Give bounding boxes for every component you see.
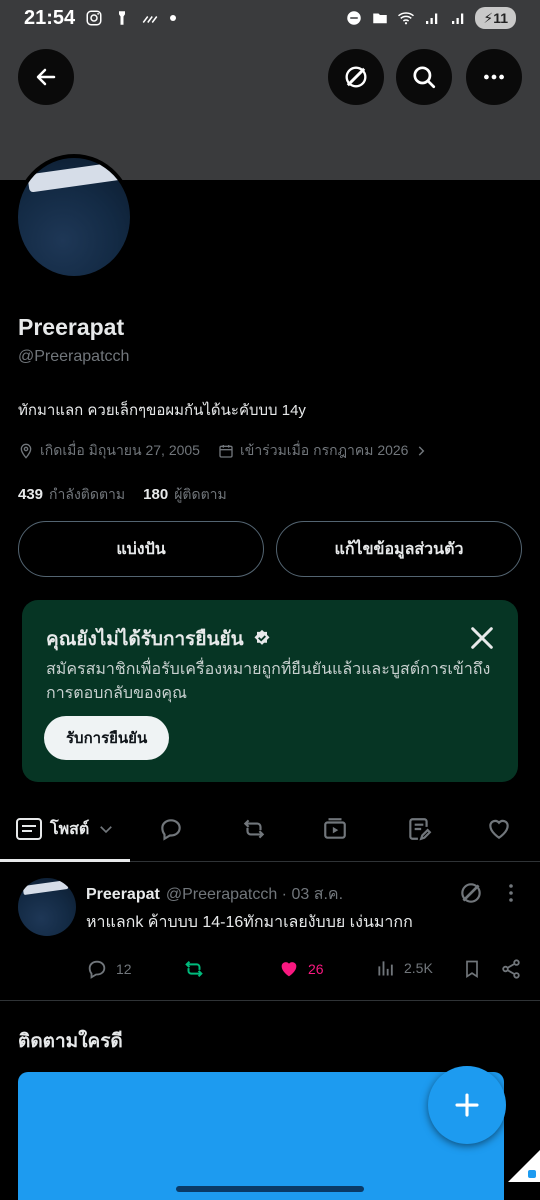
post-text: หาแลกk ค้าบบบ 14-16ทักมาเลยงับบย เง่นมาก… [86, 914, 413, 931]
grok-icon [345, 66, 367, 88]
grok-button[interactable] [328, 49, 384, 105]
reply-action[interactable]: 12 [86, 958, 132, 980]
instagram-icon [86, 10, 102, 26]
close-icon[interactable] [468, 624, 496, 652]
profile-tabs: โพสต์ [0, 800, 540, 862]
profile-bio: ทักมาแลก ควยเล็กๆขอผมกันได้นะคับบบ 14y [18, 402, 306, 419]
heart-filled-icon [281, 962, 297, 977]
followers-count[interactable]: 180 [143, 486, 168, 503]
search-button[interactable] [396, 49, 452, 105]
repost-icon [243, 819, 265, 839]
joined-item[interactable]: เข้าร่วมเมื่อ กรกฎาคม 2026 [218, 440, 429, 462]
views-action[interactable]: 2.5K [376, 958, 433, 978]
dnd-icon [347, 11, 362, 25]
tab-posts-label: โพสต์ [50, 820, 90, 838]
bookmark-action[interactable] [462, 958, 482, 980]
who-to-follow-title: ติดตามใครดี [18, 1031, 123, 1052]
share-action[interactable] [500, 958, 522, 980]
views-count: 2.5K [404, 960, 433, 976]
article-edit-icon [409, 818, 432, 841]
video-icon [324, 818, 346, 839]
share-icon [502, 959, 520, 979]
profile-meta: เกิดเมื่อ มิถุนายน 27, 2005 เข้าร่วมเมื่… [18, 440, 428, 462]
birthday-item: เกิดเมื่อ มิถุนายน 27, 2005 [18, 440, 200, 462]
posts-icon [16, 818, 42, 840]
tab-media[interactable] [322, 814, 348, 844]
signal-icon [426, 13, 438, 24]
location-pin-icon [20, 443, 32, 459]
arrow-left-icon [36, 68, 56, 86]
post-avatar[interactable] [18, 878, 76, 936]
repost-icon [185, 960, 203, 978]
verification-title-text: คุณยังไม่ได้รับการยืนยัน [46, 629, 244, 650]
chevron-right-icon [419, 446, 425, 456]
section-divider [0, 1000, 540, 1001]
share-button[interactable]: แบ่งปัน [18, 521, 264, 577]
followers-label[interactable]: ผู้ติดตาม [174, 484, 227, 506]
follow-stats: 439 กำลังติดตาม 180 ผู้ติดตาม [18, 484, 227, 506]
signal-2-icon [452, 13, 464, 24]
more-vertical-icon[interactable] [502, 882, 520, 904]
heart-icon [489, 819, 509, 839]
home-indicator [176, 1186, 364, 1192]
battery-level: 11 [493, 10, 508, 26]
reply-icon [161, 819, 181, 841]
verification-description: สมัครสมาชิกเพื่อรับเครื่องหมายถูกที่ยืนย… [46, 661, 491, 702]
profile-avatar[interactable] [14, 154, 134, 280]
back-button[interactable] [18, 49, 74, 105]
bookmark-icon [466, 960, 478, 979]
flashlight-icon [119, 11, 126, 25]
status-bar: 21:54 ⚡ 11 [0, 0, 540, 36]
views-chart-icon [378, 961, 393, 976]
chevron-down-icon [100, 826, 113, 834]
profile-name: Preerapat [18, 314, 125, 340]
upload-icon [373, 13, 388, 24]
plus-icon [455, 1093, 479, 1117]
post-header: Preerapat @Preerapatcch · 03 ส.ค. [86, 882, 343, 907]
avatar-image [18, 158, 130, 276]
get-verified-button[interactable]: รับการยืนยัน [44, 716, 170, 760]
wifi-icon [398, 12, 415, 25]
more-horizontal-icon [484, 74, 504, 80]
like-action[interactable]: 26 [278, 958, 324, 980]
reply-count: 12 [116, 961, 132, 977]
dot-icon [170, 15, 177, 21]
tab-articles[interactable] [406, 814, 432, 844]
signal-slash-icon [142, 16, 158, 23]
joined-text: เข้าร่วมเมื่อ กรกฎาคม 2026 [239, 442, 409, 458]
compose-button[interactable] [428, 1066, 506, 1144]
tab-posts[interactable]: โพสต์ [16, 814, 115, 844]
tab-likes[interactable] [486, 814, 512, 844]
verification-card: คุณยังไม่ได้รับการยืนยัน สมัครสมาชิกเพื่… [22, 600, 518, 782]
post-author-name[interactable]: Preerapat [86, 886, 160, 904]
more-button[interactable] [466, 49, 522, 105]
edit-profile-button[interactable]: แก้ไขข้อมูลส่วนตัว [276, 521, 522, 577]
battery-indicator: ⚡ 11 [475, 7, 516, 29]
search-icon [413, 66, 436, 89]
post-actions: 12 26 2.5K [86, 958, 526, 988]
birthday-text: เกิดเมื่อ มิถุนายน 27, 2005 [40, 442, 200, 458]
following-label[interactable]: กำลังติดตาม [49, 484, 125, 506]
tab-replies[interactable] [158, 814, 184, 844]
active-tab-indicator [0, 859, 130, 862]
status-time: 21:54 [24, 6, 76, 29]
post-handle-date: @Preerapatcch · 03 ส.ค. [165, 886, 344, 903]
calendar-icon [219, 445, 233, 458]
verified-badge-icon [254, 629, 270, 645]
profile-handle: @Preerapatcch [18, 348, 130, 365]
tab-reposts[interactable] [240, 814, 268, 844]
verification-title: คุณยังไม่ได้รับการยืนยัน [46, 624, 272, 654]
reply-icon [88, 960, 106, 979]
repost-action[interactable] [182, 958, 206, 980]
corner-badge-icon [508, 1150, 540, 1182]
like-count: 26 [308, 961, 324, 977]
grok-icon[interactable] [458, 880, 484, 906]
following-count[interactable]: 439 [18, 486, 43, 503]
